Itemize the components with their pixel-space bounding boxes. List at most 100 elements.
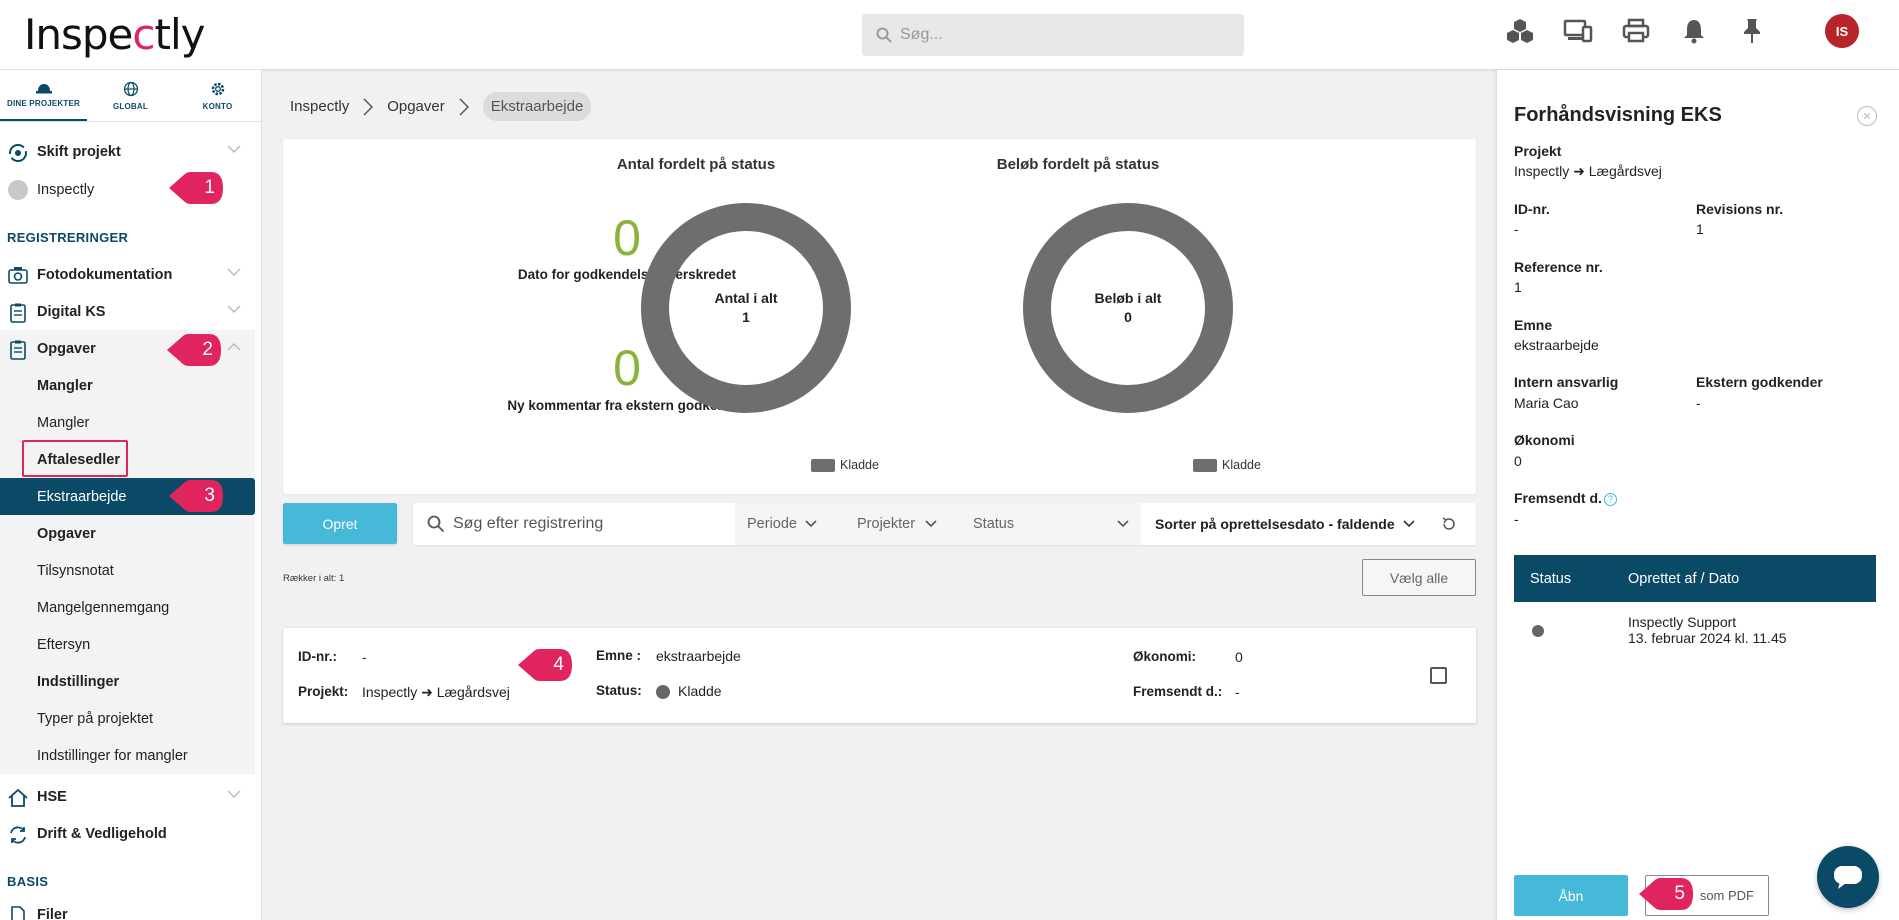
help-icon[interactable]: ?	[1603, 492, 1617, 506]
sidebar-item-label: Digital KS	[37, 303, 106, 320]
filter-bar: Søg efter registrering Periode Projekter…	[413, 503, 1476, 545]
stats-card: 0 Dato for godkendelse overskredet 0 Ny …	[283, 139, 1476, 494]
status-cell	[1514, 614, 1628, 646]
row-count: Rækker i alt: 1	[283, 573, 345, 584]
preview-subject-label: Emne	[1514, 317, 1553, 333]
chart-amount-center-label: Beløb i alt	[1095, 290, 1162, 306]
file-icon	[11, 906, 25, 920]
preview-reference-value: 1	[1514, 279, 1522, 295]
sidebar-item-drift[interactable]: Drift & Vedligehold	[0, 815, 255, 852]
status-table-header: Status Oprettet af / Dato	[1514, 555, 1876, 602]
sidebar-item-label: Fotodokumentation	[37, 266, 173, 283]
filter-status-dropdown[interactable]: Status	[961, 503, 1141, 545]
tab-dine-projekter[interactable]: DINE PROJEKTER	[0, 70, 87, 121]
sort-dropdown[interactable]: Sorter på oprettelsesdato - faldende	[1141, 503, 1415, 545]
cubes-icon[interactable]	[1505, 16, 1535, 46]
preview-revision-label: Revisions nr.	[1696, 201, 1784, 217]
create-button[interactable]: Opret	[283, 503, 397, 544]
chart-count-center-value: 1	[742, 309, 750, 325]
chat-button[interactable]	[1817, 846, 1879, 908]
sidebar-group-indstillinger: Indstillinger	[0, 663, 255, 700]
sidebar-item-fotodokumentation[interactable]: Fotodokumentation	[0, 256, 255, 293]
preview-reference-label: Reference nr.	[1514, 259, 1603, 275]
chevron-down-icon	[227, 268, 241, 277]
reg-status-value: Kladde	[656, 683, 722, 700]
pin-icon[interactable]	[1737, 16, 1767, 46]
logo[interactable]: Inspectly	[24, 10, 205, 59]
highlight-box-aftalesedler	[22, 440, 128, 477]
sidebar-item-digital-ks[interactable]: Digital KS	[0, 293, 255, 330]
select-all-button[interactable]: Vælg alle	[1362, 559, 1476, 596]
marker-5: 5	[1637, 874, 1695, 914]
preview-sent-label: Fremsendt d.	[1514, 490, 1602, 506]
reset-icon[interactable]	[1441, 516, 1457, 532]
sidebar-item-tilsynsnotat[interactable]: Tilsynsnotat	[0, 552, 255, 589]
status-dot	[1532, 625, 1544, 637]
breadcrumb: Inspectly Opgaver Ekstraarbejde	[290, 92, 592, 121]
chart-amount-legend[interactable]: Kladde	[1193, 458, 1261, 472]
bell-icon[interactable]	[1679, 16, 1709, 46]
open-button[interactable]: Åbn	[1514, 875, 1628, 916]
breadcrumb-item-current: Ekstraarbejde	[482, 92, 592, 121]
donut-slice-kladde[interactable]	[1023, 203, 1233, 413]
chart-count-legend[interactable]: Kladde	[811, 458, 879, 472]
preview-internal-value: Maria Cao	[1514, 395, 1579, 411]
clipboard-icon	[10, 303, 26, 323]
filter-periode-dropdown[interactable]: Periode	[735, 503, 845, 545]
preview-economy-label: Økonomi	[1514, 432, 1575, 448]
registration-row[interactable]: ID-nr.: - Projekt: Inspectly ➜ Lægårdsve…	[283, 628, 1476, 723]
sort-label: Sorter på oprettelsesdato - faldende	[1155, 516, 1395, 532]
preview-id-label: ID-nr.	[1514, 201, 1550, 217]
reg-economy-value: 0	[1235, 649, 1243, 665]
reg-project-label: Projekt:	[298, 684, 349, 699]
chevron-down-icon	[227, 790, 241, 799]
sidebar-item-eftersyn[interactable]: Eftersyn	[0, 626, 255, 663]
donut-slice-kladde[interactable]	[641, 203, 851, 413]
sidebar-item-mangler[interactable]: Mangler	[0, 404, 255, 441]
marker-1: 1	[167, 168, 225, 208]
camera-icon	[8, 267, 28, 284]
created-cell: Inspectly Support 13. februar 2024 kl. 1…	[1628, 614, 1787, 646]
tab-konto[interactable]: KONTO	[174, 70, 261, 121]
close-icon[interactable]: ✕	[1857, 106, 1877, 126]
breadcrumb-item-project[interactable]: Inspectly	[290, 98, 349, 115]
legend-label: Kladde	[1222, 458, 1261, 472]
reg-project-value: Inspectly ➜ Lægårdsvej	[362, 684, 510, 700]
sidebar-item-filer[interactable]: Filer	[0, 896, 255, 920]
preview-sent-value: -	[1514, 511, 1519, 527]
legend-label: Kladde	[840, 458, 879, 472]
tab-konto-label: KONTO	[202, 101, 233, 111]
preview-sent-label-wrap: Fremsendt d.?	[1514, 490, 1617, 506]
tab-global[interactable]: GLOBAL	[87, 70, 174, 121]
sidebar-item-hse[interactable]: HSE	[0, 778, 255, 815]
marker-2-number: 2	[202, 339, 213, 360]
current-project-label: Inspectly	[37, 181, 95, 198]
refresh-icon	[10, 826, 26, 844]
filter-projekter-dropdown[interactable]: Projekter	[845, 503, 961, 545]
chevron-down-icon	[805, 520, 817, 528]
sidebar-group-opgaver: Opgaver	[0, 515, 255, 552]
sidebar-item-indstillinger-mangler[interactable]: Indstillinger for mangler	[0, 737, 255, 774]
breadcrumb-item-opgaver[interactable]: Opgaver	[387, 98, 445, 115]
preview-id-value: -	[1514, 221, 1519, 237]
sidebar-item-typer[interactable]: Typer på projektet	[0, 700, 255, 737]
chart-amount-donut: Beløb i alt 0	[1023, 203, 1233, 413]
chevron-right-icon	[459, 97, 469, 116]
top-bar: Inspectly Søg... IS	[0, 0, 1899, 70]
house-icon	[8, 788, 28, 807]
created-date: 13. februar 2024 kl. 11.45	[1628, 630, 1787, 646]
sidebar-item-mangelgennemgang[interactable]: Mangelgennemgang	[0, 589, 255, 626]
row-checkbox[interactable]	[1430, 667, 1447, 684]
global-search-placeholder: Søg...	[900, 26, 943, 43]
global-search-input[interactable]: Søg...	[862, 14, 1244, 56]
registration-search-input[interactable]: Søg efter registrering	[413, 503, 735, 545]
print-icon[interactable]	[1621, 16, 1651, 46]
created-column-header: Oprettet af / Dato	[1628, 570, 1740, 587]
switch-project-item[interactable]: Skift projekt	[0, 133, 255, 170]
preview-subject-value: ekstraarbejde	[1514, 337, 1599, 353]
avatar[interactable]: IS	[1825, 14, 1859, 48]
devices-icon[interactable]	[1563, 16, 1593, 46]
marker-3: 3	[167, 476, 225, 516]
search-icon	[427, 515, 445, 533]
reg-id-label: ID-nr.:	[298, 649, 337, 664]
